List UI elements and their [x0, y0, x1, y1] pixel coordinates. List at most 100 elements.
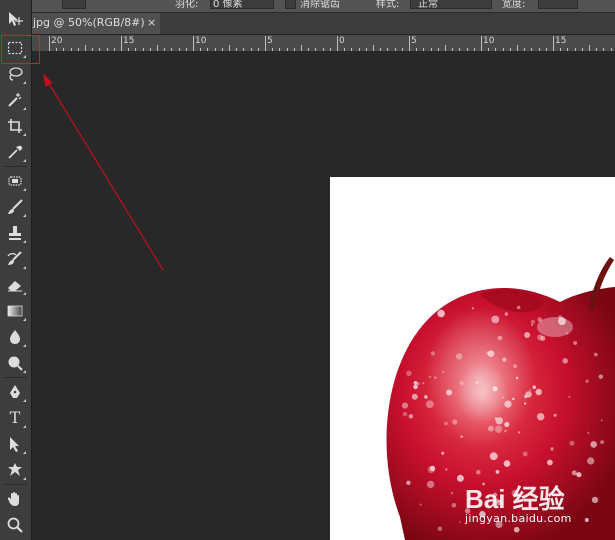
- ruler-tick: [545, 48, 547, 51]
- antialias-label: 消除锯齿: [300, 0, 340, 10]
- water-droplet: [547, 459, 553, 466]
- type-icon: T: [9, 408, 21, 427]
- water-droplet: [565, 332, 569, 335]
- move-tool[interactable]: [4, 8, 26, 30]
- water-droplet: [590, 441, 597, 448]
- dodge-tool[interactable]: [4, 352, 26, 374]
- water-droplet: [568, 395, 571, 398]
- ruler-tick: [488, 48, 490, 51]
- ruler-tick: [430, 48, 432, 51]
- ruler-tick: [257, 48, 259, 51]
- ruler-tick: [459, 48, 461, 51]
- type-tool[interactable]: T: [4, 407, 26, 429]
- blur-icon: [10, 330, 20, 344]
- brush-tool[interactable]: [4, 196, 26, 218]
- feather-value: 0 像素: [213, 0, 243, 10]
- submenu-indicator: [23, 451, 26, 454]
- pen-tool[interactable]: [4, 381, 26, 403]
- path-selection-tool[interactable]: [4, 433, 26, 455]
- toolbar-divider: [4, 166, 27, 167]
- eraser-tool[interactable]: [4, 274, 26, 296]
- water-droplet: [600, 440, 604, 444]
- stamp-icon: [9, 226, 21, 240]
- close-tab-icon[interactable]: ×: [147, 16, 156, 29]
- swatch-box[interactable]: [62, 0, 86, 9]
- water-droplet: [426, 480, 435, 489]
- water-droplet: [524, 332, 531, 338]
- eraser-icon: [8, 281, 22, 292]
- water-droplet: [487, 350, 495, 357]
- gradient-tool[interactable]: [4, 300, 26, 322]
- width-input[interactable]: [538, 0, 578, 9]
- water-droplet: [459, 381, 464, 385]
- rectangular-marquee-tool[interactable]: [4, 37, 26, 59]
- water-droplet: [435, 299, 443, 307]
- crop-tool[interactable]: [4, 115, 26, 137]
- water-droplet: [444, 421, 448, 426]
- ruler-tick: [358, 48, 360, 51]
- custom-shape-tool[interactable]: [4, 459, 26, 481]
- submenu-indicator: [23, 370, 26, 373]
- path-selection-icon: [10, 437, 19, 452]
- blur-tool[interactable]: [4, 326, 26, 348]
- water-droplet: [504, 312, 508, 316]
- water-droplet: [442, 371, 445, 373]
- ruler-tick: [344, 48, 346, 51]
- clone-stamp-tool[interactable]: [4, 222, 26, 244]
- ruler-tick: [365, 48, 367, 51]
- ruler-tick: [574, 48, 576, 51]
- submenu-indicator: [23, 292, 26, 295]
- ruler-tick: [142, 48, 144, 51]
- water-droplet: [502, 396, 504, 399]
- ruler-tick: [265, 36, 266, 51]
- water-droplet: [516, 305, 521, 310]
- healing-brush-tool[interactable]: [4, 170, 26, 192]
- water-droplet: [429, 465, 436, 472]
- zoom-icon: [7, 517, 23, 533]
- ruler-tick: [437, 48, 439, 51]
- water-droplet: [504, 429, 507, 433]
- ruler-tick: [596, 48, 598, 51]
- marquee-icon: [7, 41, 23, 55]
- ruler-tick: [495, 48, 497, 51]
- water-droplet: [437, 309, 445, 318]
- water-droplet: [422, 382, 425, 385]
- antialias-checkbox[interactable]: [285, 0, 296, 9]
- document-tab[interactable]: jpg @ 50%(RGB/8#) ×: [32, 13, 160, 34]
- ruler-tick: [149, 48, 151, 51]
- submenu-indicator: [23, 159, 26, 162]
- ruler-tick: [200, 48, 202, 51]
- brush-icon: [8, 199, 23, 214]
- horizontal-ruler[interactable]: 20 15 10 5 0 5 10 15: [32, 35, 615, 52]
- submenu-indicator: [23, 81, 26, 84]
- water-droplet: [476, 469, 481, 475]
- water-droplet: [530, 323, 534, 326]
- ruler-tick: [63, 48, 65, 51]
- watermark-url: jingyan.baidu.com: [465, 512, 572, 525]
- zoom-tool[interactable]: [4, 514, 26, 536]
- water-droplet: [550, 447, 554, 451]
- ruler-tick: [272, 48, 274, 51]
- magic-wand-tool[interactable]: [4, 89, 26, 111]
- lasso-tool[interactable]: [4, 63, 26, 85]
- crop-icon: [8, 119, 22, 133]
- water-droplet: [504, 422, 510, 427]
- water-droplet: [537, 413, 545, 421]
- water-droplet: [413, 381, 418, 385]
- water-droplet: [495, 417, 503, 425]
- ruler-tick: [157, 45, 158, 51]
- eyedropper-tool[interactable]: [4, 141, 26, 163]
- ruler-tick: [193, 36, 194, 51]
- hand-tool[interactable]: [4, 488, 26, 510]
- water-droplet: [530, 319, 535, 324]
- water-droplet: [558, 317, 566, 326]
- water-droplet: [450, 491, 454, 495]
- water-droplet: [594, 352, 598, 357]
- healing-brush-icon: [8, 176, 22, 186]
- history-brush-tool[interactable]: [4, 248, 26, 270]
- ruler-tick: [589, 45, 590, 51]
- ruler-tick: [416, 48, 418, 51]
- ruler-tick: [610, 48, 612, 51]
- water-droplet: [406, 370, 412, 377]
- options-bar: 羽化: 0 像素 消除锯齿 样式: 正常 宽度:: [0, 0, 615, 13]
